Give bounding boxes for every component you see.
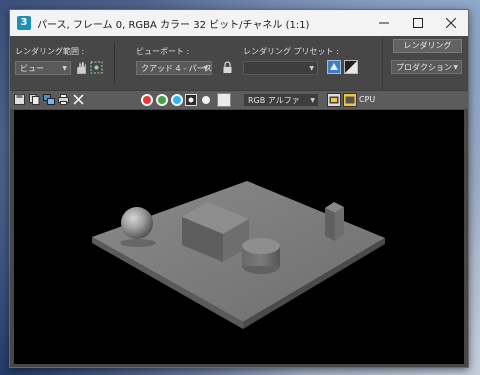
save-icon[interactable] bbox=[14, 94, 25, 105]
close-icon bbox=[446, 18, 456, 28]
display-channel-dropdown[interactable]: RGB アルファ ▼ bbox=[243, 93, 319, 107]
chevron-down-icon: ▼ bbox=[310, 97, 315, 104]
viewport-dropdown[interactable]: クアッド 4 - パース ▼ bbox=[136, 61, 212, 75]
auto-region-icon[interactable] bbox=[90, 61, 103, 74]
toolbar-separator bbox=[382, 36, 383, 90]
tall-block-object bbox=[325, 202, 344, 241]
render-area-value: ビュー bbox=[20, 64, 44, 73]
monochrome-toggle[interactable] bbox=[202, 96, 210, 104]
minimize-button[interactable] bbox=[367, 10, 401, 36]
maximize-button[interactable] bbox=[401, 10, 435, 36]
clone-frame-icon[interactable] bbox=[43, 94, 55, 105]
chevron-down-icon: ▼ bbox=[309, 65, 314, 72]
toolbar-separator bbox=[114, 42, 115, 84]
lock-icon[interactable] bbox=[222, 61, 233, 74]
copy-icon[interactable] bbox=[29, 94, 40, 105]
viewport-label: ビューポート : bbox=[136, 47, 190, 56]
window-title: パース, フレーム 0, RGBA カラー 32 ビット/チャネル (1:1) bbox=[37, 20, 310, 31]
render-preset-dropdown[interactable]: ▼ bbox=[243, 61, 318, 75]
cylinder-object bbox=[242, 238, 280, 274]
maximize-icon bbox=[413, 18, 423, 28]
title-bar[interactable]: 3 パース, フレーム 0, RGBA カラー 32 ビット/チャネル (1:1… bbox=[10, 10, 468, 36]
toggle-ui-overlay-icon[interactable] bbox=[343, 93, 357, 107]
rendered-scene bbox=[92, 181, 385, 329]
sphere-object bbox=[120, 207, 156, 247]
edit-region-hand-icon[interactable] bbox=[75, 61, 87, 75]
print-icon[interactable] bbox=[58, 94, 69, 105]
render-button[interactable]: レンダリング bbox=[393, 39, 462, 53]
chevron-down-icon: ▼ bbox=[453, 64, 458, 71]
render-viewport[interactable] bbox=[14, 110, 464, 364]
close-button[interactable] bbox=[434, 10, 468, 36]
chevron-down-icon: ▼ bbox=[62, 65, 67, 72]
clear-icon[interactable] bbox=[73, 94, 84, 105]
toggle-ui-icon[interactable] bbox=[327, 93, 341, 107]
render-preset-label: レンダリング プリセット : bbox=[243, 47, 339, 56]
render-frame-window: 3 パース, フレーム 0, RGBA カラー 32 ビット/チャネル (1:1… bbox=[9, 9, 469, 368]
app-icon: 3 bbox=[17, 16, 31, 30]
channel-toolbar: RGB アルファ ▼ CPU bbox=[10, 90, 468, 109]
render-area-dropdown[interactable]: ビュー ▼ bbox=[15, 61, 71, 75]
ground-plane bbox=[92, 181, 385, 329]
display-channel-value: RGB アルファ bbox=[248, 96, 300, 105]
blue-channel-toggle[interactable] bbox=[171, 94, 183, 106]
production-value: プロダクション bbox=[396, 63, 452, 72]
minimize-icon bbox=[379, 22, 389, 24]
chevron-down-icon: ▼ bbox=[203, 65, 208, 72]
viewport-value: クアッド 4 - パース bbox=[141, 64, 212, 73]
production-dropdown[interactable]: プロダクション ▼ bbox=[391, 60, 462, 74]
renderer-label: CPU bbox=[359, 95, 376, 104]
render-setup-icon[interactable] bbox=[327, 60, 341, 74]
clear-color-swatch[interactable] bbox=[217, 93, 231, 107]
render-settings-toolbar: レンダリング範囲 : ビュー ▼ ビューポート : クアッド 4 - パース ▼… bbox=[10, 36, 468, 90]
green-channel-toggle[interactable] bbox=[156, 94, 168, 106]
alpha-channel-icon[interactable] bbox=[185, 94, 197, 106]
render-area-label: レンダリング範囲 : bbox=[15, 47, 85, 56]
red-channel-toggle[interactable] bbox=[141, 94, 153, 106]
environment-icon[interactable] bbox=[344, 60, 358, 74]
